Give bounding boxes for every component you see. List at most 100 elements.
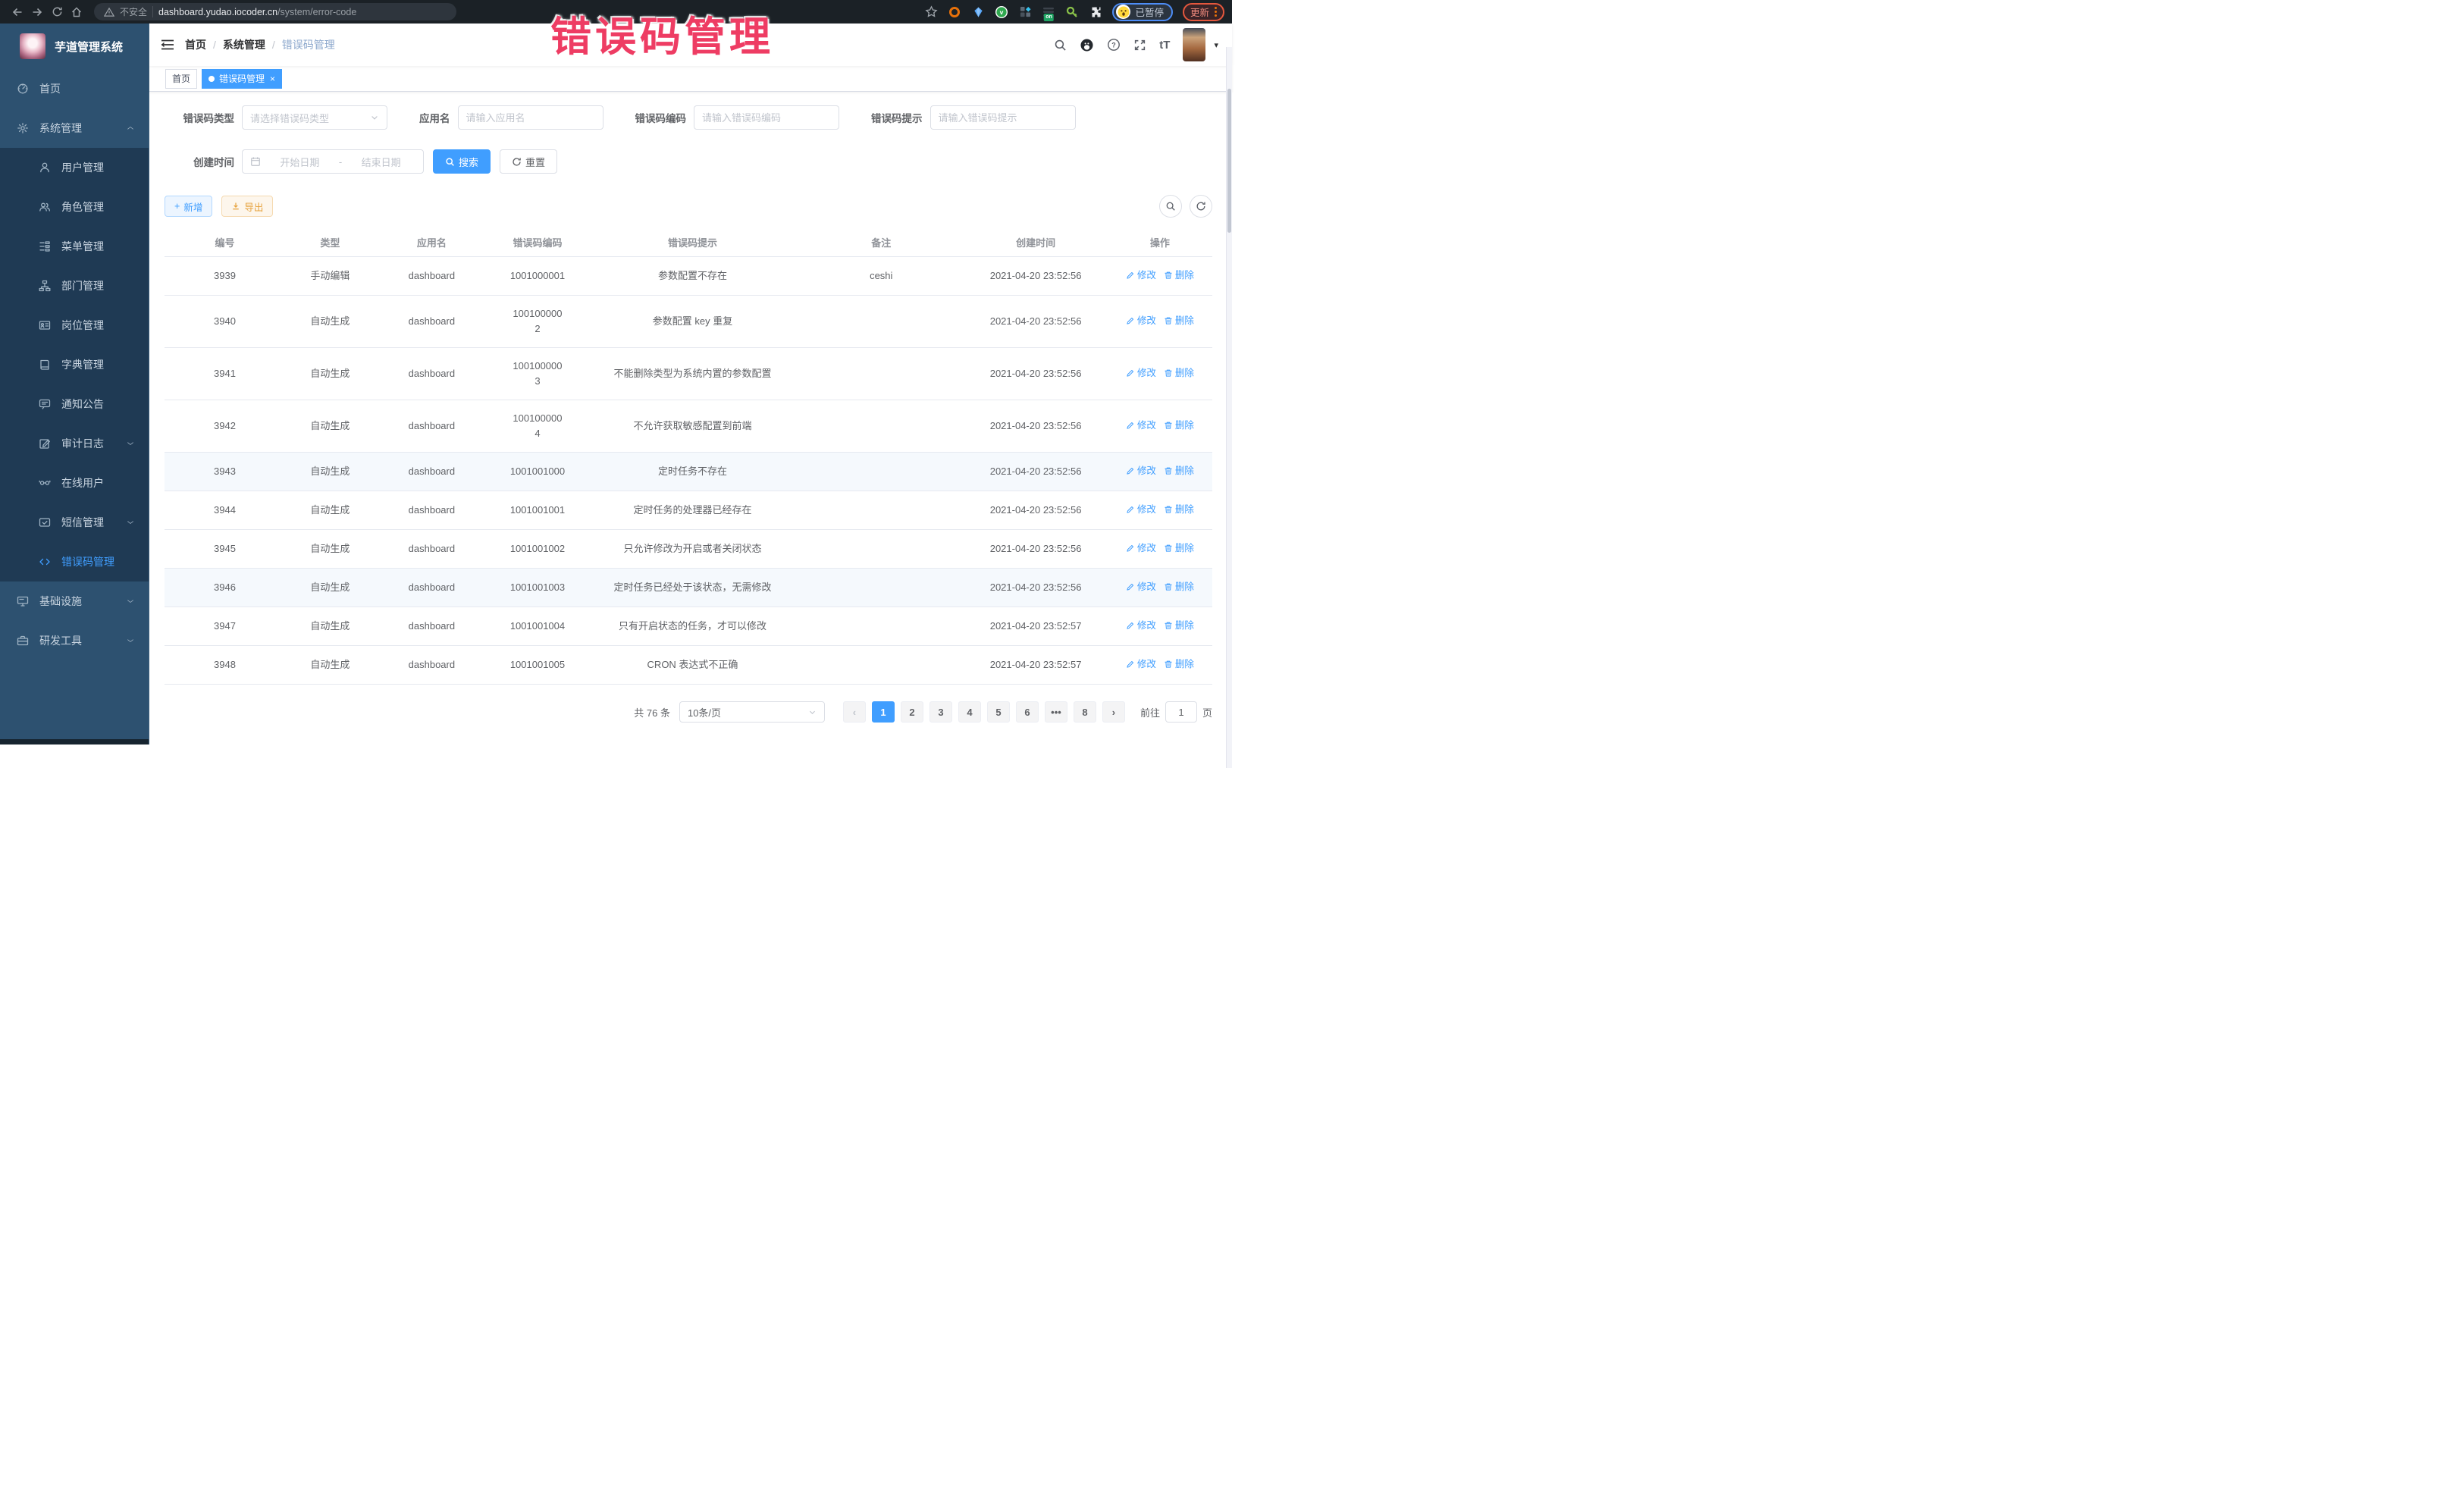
sidebar-item-8[interactable]: 通知公告 [0, 384, 149, 424]
export-button[interactable]: 导出 [221, 196, 273, 217]
github-icon[interactable] [1080, 38, 1094, 52]
extension-green-v-icon[interactable]: v [995, 5, 1008, 19]
edit-link[interactable]: 修改 [1126, 268, 1156, 283]
edit-link[interactable]: 修改 [1126, 579, 1156, 594]
delete-link[interactable]: 删除 [1164, 657, 1194, 672]
sidebar-item-1[interactable]: 系统管理 [0, 108, 149, 148]
extension-gem-icon[interactable] [971, 5, 985, 19]
edit-link[interactable]: 修改 [1126, 541, 1156, 556]
page-button-2[interactable]: 2 [901, 701, 923, 723]
sidebar-item-13[interactable]: 基础设施 [0, 581, 149, 621]
cell-code: 1001001002 [488, 530, 587, 569]
sidebar-item-3[interactable]: 角色管理 [0, 187, 149, 227]
page-button-4[interactable]: 4 [958, 701, 981, 723]
security-label[interactable]: 不安全 [120, 5, 147, 18]
browser-update-button[interactable]: 更新 [1183, 3, 1224, 21]
sidebar-item-5[interactable]: 部门管理 [0, 266, 149, 306]
sidebar-item-4[interactable]: 菜单管理 [0, 227, 149, 266]
delete-link[interactable]: 删除 [1164, 365, 1194, 381]
profile-paused-badge[interactable]: 已暂停 [1112, 3, 1173, 21]
back-icon[interactable] [8, 3, 27, 21]
delete-link[interactable]: 删除 [1164, 579, 1194, 594]
page-button-1[interactable]: 1 [872, 701, 895, 723]
app-name-input[interactable] [466, 112, 595, 124]
column-header: 类型 [285, 228, 375, 257]
sidebar-item-2[interactable]: 用户管理 [0, 148, 149, 187]
create-time-range-picker[interactable]: 开始日期 - 结束日期 [242, 149, 424, 174]
delete-link[interactable]: 删除 [1164, 268, 1194, 283]
sidebar-item-7[interactable]: 字典管理 [0, 345, 149, 384]
app-logo-row[interactable]: 芋道管理系统 [0, 24, 149, 69]
delete-link[interactable]: 删除 [1164, 618, 1194, 633]
home-icon[interactable] [67, 3, 86, 21]
search-icon[interactable] [1054, 39, 1067, 52]
edit-link[interactable]: 修改 [1126, 418, 1156, 433]
error-code-input[interactable] [702, 112, 831, 124]
bookmark-star-icon[interactable] [925, 5, 938, 18]
fullscreen-icon[interactable] [1133, 39, 1146, 52]
edit-link[interactable]: 修改 [1126, 618, 1156, 633]
page-size-select[interactable]: 10条/页 [679, 701, 825, 723]
scrollbar-thumb[interactable] [1227, 89, 1231, 233]
page-button-8[interactable]: 8 [1074, 701, 1096, 723]
end-date-placeholder[interactable]: 结束日期 [346, 155, 415, 169]
sidebar-item-0[interactable]: 首页 [0, 69, 149, 108]
page-button-5[interactable]: 5 [987, 701, 1010, 723]
delete-link[interactable]: 删除 [1164, 463, 1194, 478]
prev-page-button[interactable]: ‹ [843, 701, 866, 723]
breadcrumb-item[interactable]: 首页 [185, 37, 206, 52]
search-button[interactable]: 搜索 [433, 149, 491, 174]
delete-link[interactable]: 删除 [1164, 502, 1194, 517]
cell-id: 3943 [165, 453, 285, 491]
help-icon[interactable]: ? [1107, 38, 1121, 52]
tab-active-1[interactable]: 错误码管理× [202, 69, 282, 89]
more-pages-button[interactable]: ••• [1045, 701, 1067, 723]
edit-link[interactable]: 修改 [1126, 365, 1156, 381]
cell-code: 1001001004 [488, 607, 587, 646]
avatar[interactable] [1183, 28, 1205, 61]
error-type-select[interactable]: 请选择错误码类型 [242, 105, 387, 130]
scrollbar[interactable] [1226, 47, 1232, 768]
tab-item-0[interactable]: 首页 [165, 69, 197, 89]
edit-link[interactable]: 修改 [1126, 502, 1156, 517]
delete-link[interactable]: 删除 [1164, 418, 1194, 433]
plus-icon: + [174, 201, 180, 212]
sidebar-item-11[interactable]: 短信管理 [0, 503, 149, 542]
extension-list-icon[interactable]: on [1042, 5, 1055, 19]
delete-link[interactable]: 删除 [1164, 313, 1194, 328]
cell-actions: 修改删除 [1108, 646, 1212, 685]
next-page-button[interactable]: › [1102, 701, 1125, 723]
sidebar-item-10[interactable]: 在线用户 [0, 463, 149, 503]
reset-button[interactable]: 重置 [500, 149, 557, 174]
goto-page-input[interactable] [1165, 701, 1197, 723]
add-button[interactable]: + 新增 [165, 196, 212, 217]
edit-link[interactable]: 修改 [1126, 657, 1156, 672]
sidebar-item-12[interactable]: 错误码管理 [0, 542, 149, 581]
delete-link[interactable]: 删除 [1164, 541, 1194, 556]
close-icon[interactable]: × [270, 74, 275, 83]
page-button-6[interactable]: 6 [1016, 701, 1039, 723]
breadcrumb-item[interactable]: 系统管理 [223, 37, 265, 52]
extension-key-icon[interactable] [1065, 5, 1079, 19]
filter-label-error-hint: 错误码提示 [871, 110, 923, 125]
page-button-3[interactable]: 3 [929, 701, 952, 723]
reload-icon[interactable] [47, 3, 67, 21]
edit-link[interactable]: 修改 [1126, 463, 1156, 478]
font-size-icon[interactable]: tT [1159, 39, 1170, 52]
sidebar-item-9[interactable]: 审计日志 [0, 424, 149, 463]
error-hint-input[interactable] [939, 112, 1067, 124]
browser-menu-icon[interactable] [1215, 7, 1217, 17]
chevron-down-icon[interactable]: ▾ [1214, 40, 1218, 50]
extensions-puzzle-icon[interactable] [1089, 5, 1102, 19]
edit-link[interactable]: 修改 [1126, 313, 1156, 328]
extension-ring-icon[interactable] [948, 5, 961, 19]
sidebar-item-14[interactable]: 研发工具 [0, 621, 149, 660]
refresh-table-button[interactable] [1190, 195, 1212, 218]
address-bar[interactable]: 不安全 dashboard.yudao.iocoder.cn/system/er… [94, 3, 456, 20]
start-date-placeholder[interactable]: 开始日期 [265, 155, 334, 169]
extension-grid-icon[interactable] [1018, 5, 1032, 19]
hamburger-icon[interactable] [161, 39, 174, 51]
sidebar-item-6[interactable]: 岗位管理 [0, 306, 149, 345]
toggle-search-button[interactable] [1159, 195, 1182, 218]
forward-icon[interactable] [27, 3, 47, 21]
